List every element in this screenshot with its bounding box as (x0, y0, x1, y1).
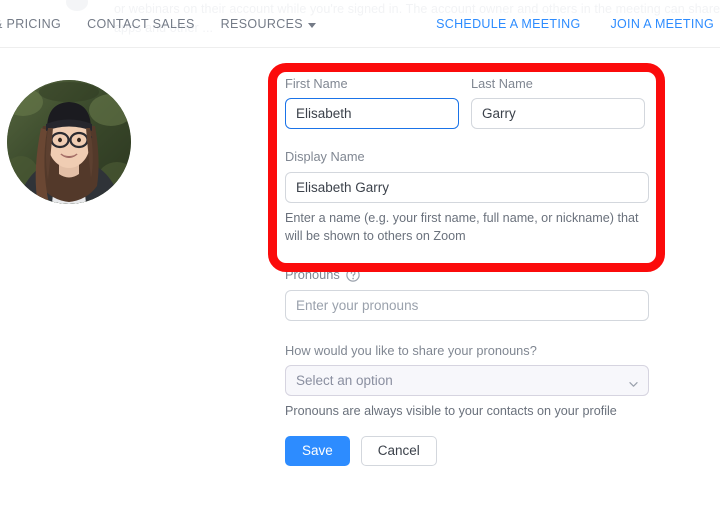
avatar-photo (7, 80, 131, 204)
first-name-group: First Name (285, 76, 459, 130)
question-mark-circle-icon[interactable] (346, 268, 360, 282)
nav-item-resources-label: RESOURCES (220, 17, 303, 31)
nav-left-group: & PRICING CONTACT SALES RESOURCES (0, 17, 316, 31)
last-name-input[interactable] (471, 98, 645, 130)
pronoun-sharing-helper-text: Pronouns are always visible to your cont… (285, 403, 617, 418)
nav-right-group: SCHEDULE A MEETING JOIN A MEETING (436, 17, 714, 31)
pronoun-sharing-label: How would you like to share your pronoun… (285, 342, 537, 358)
display-name-group: Display Name Enter a name (e.g. your fir… (285, 149, 651, 245)
display-name-helper-text: Enter a name (e.g. your first name, full… (285, 210, 639, 243)
pronoun-sharing-select-wrap: Select an option (285, 364, 649, 396)
nav-item-contact-sales[interactable]: CONTACT SALES (87, 17, 195, 31)
cancel-button[interactable]: Cancel (360, 436, 437, 467)
nav-item-resources[interactable]: RESOURCES (221, 17, 316, 31)
first-name-input[interactable] (285, 98, 459, 130)
nav-item-schedule-a-meeting[interactable]: SCHEDULE A MEETING (436, 17, 580, 31)
avatar[interactable] (7, 80, 131, 204)
chevron-down-icon (308, 22, 316, 28)
first-name-label: First Name (285, 76, 348, 91)
name-row: First Name Last Name (285, 76, 651, 130)
pronouns-label-row: Pronouns (285, 267, 651, 282)
pronouns-label: Pronouns (285, 267, 340, 283)
pronoun-sharing-select[interactable]: Select an option (285, 364, 649, 396)
pronouns-input[interactable] (285, 289, 649, 321)
last-name-group: Last Name (471, 76, 645, 130)
chevron-down-icon (629, 376, 638, 387)
display-name-input[interactable] (285, 171, 649, 203)
profile-name-form: First Name Last Name Display Name Enter … (285, 76, 651, 467)
pronoun-sharing-group: How would you like to share your pronoun… (285, 343, 651, 421)
pronoun-sharing-selected-value: Select an option (296, 372, 393, 388)
display-name-label: Display Name (285, 149, 365, 165)
form-actions: Save Cancel (285, 436, 651, 467)
top-navigation-bar: & PRICING CONTACT SALES RESOURCES SCHEDU… (0, 0, 720, 48)
nav-item-join-a-meeting[interactable]: JOIN A MEETING (610, 17, 714, 31)
last-name-label: Last Name (471, 76, 533, 91)
pronouns-group: Pronouns (285, 267, 651, 321)
save-button[interactable]: Save (285, 436, 350, 467)
nav-item-pricing[interactable]: & PRICING (0, 17, 61, 31)
